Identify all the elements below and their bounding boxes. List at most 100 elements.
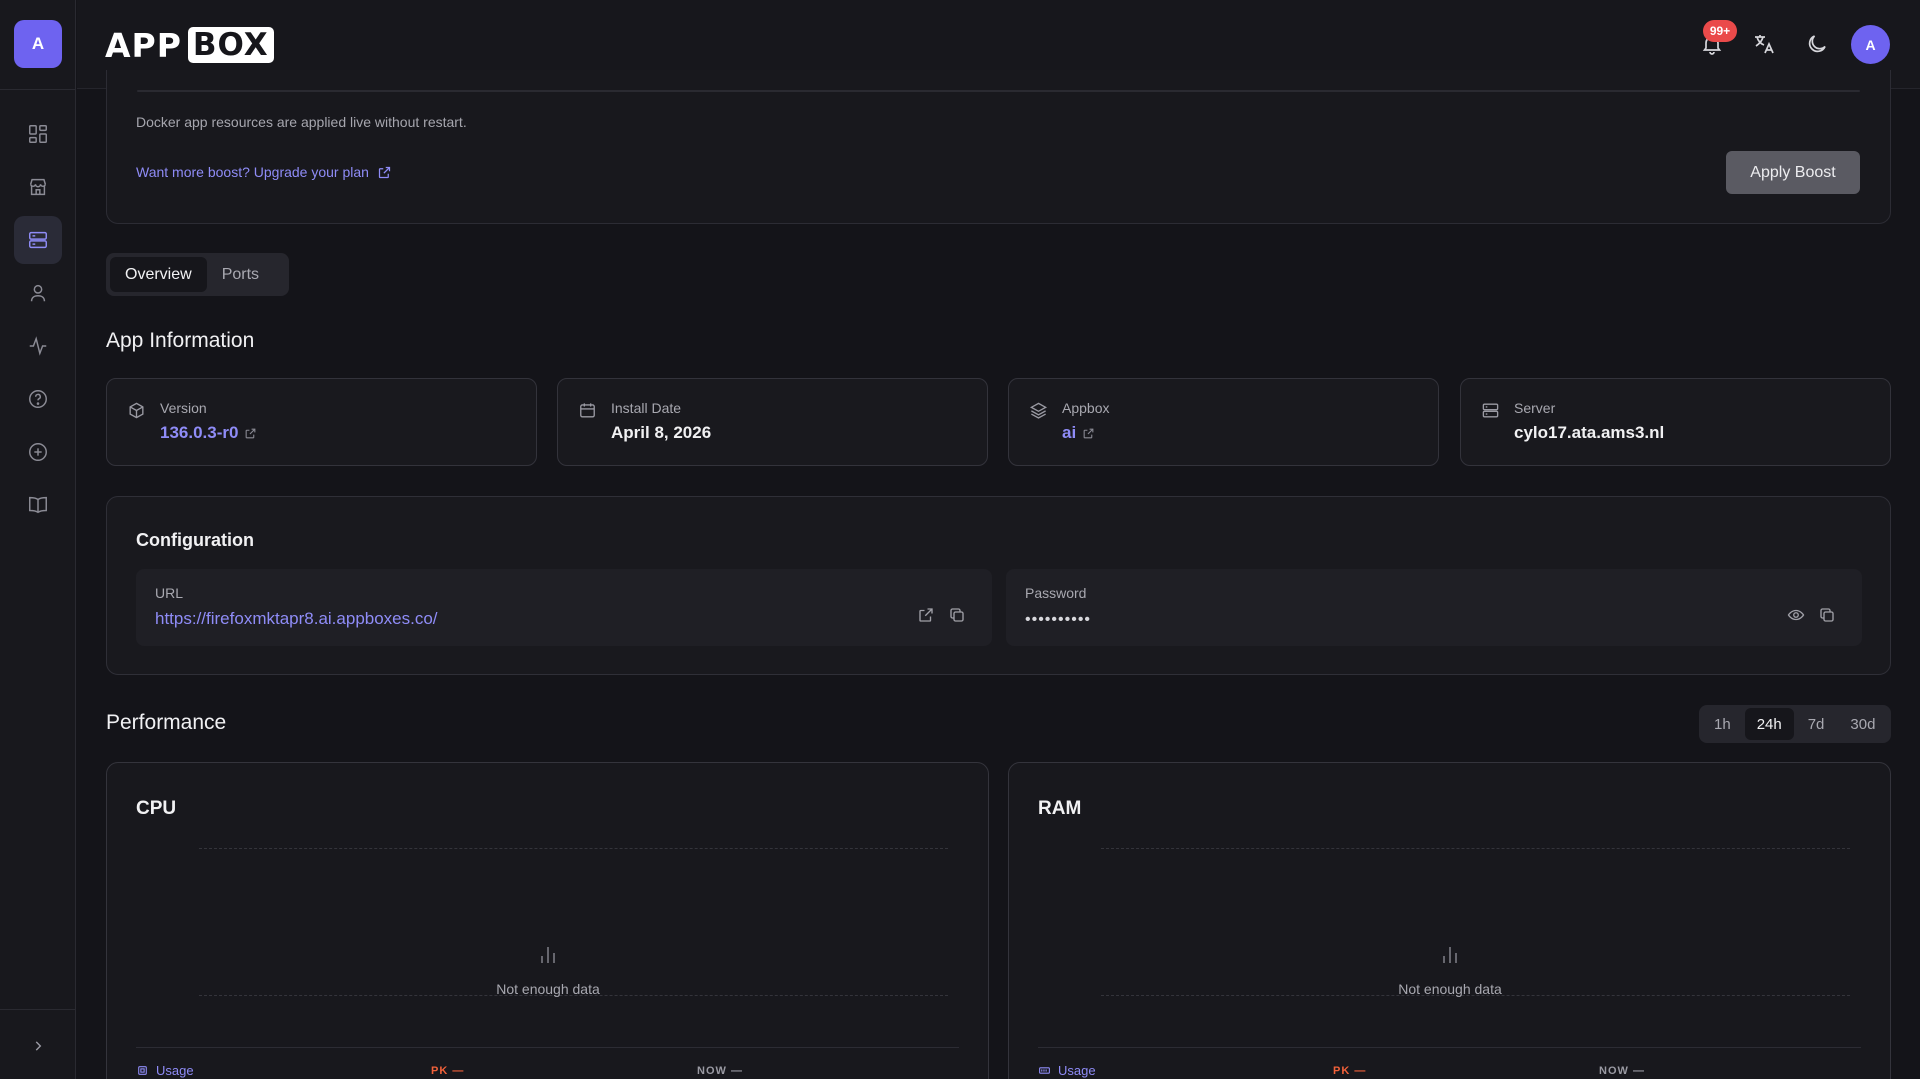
app-information-title: App Information (106, 329, 255, 352)
version-card: Version 136.0.3-r0 (106, 378, 537, 466)
install-date-card: Install Date April 8, 2026 (557, 378, 988, 466)
cpu-usage-legend: Usage (136, 1063, 194, 1078)
help-circle-icon (29, 390, 47, 408)
ram-usage-legend: Usage (1038, 1063, 1096, 1078)
workspace-avatar[interactable]: A (14, 20, 62, 68)
sidebar-nav (14, 110, 62, 534)
sidebar-expand-button[interactable] (24, 1032, 52, 1060)
usage-label: Usage (1058, 1063, 1096, 1078)
sidebar-item-account[interactable] (14, 269, 62, 317)
theme-toggle[interactable] (1803, 30, 1831, 58)
sidebar-item-help[interactable] (14, 375, 62, 423)
resource-slider-track[interactable] (137, 90, 1860, 92)
usage-label: Usage (156, 1063, 194, 1078)
appbox-logo[interactable]: APP BOX (105, 25, 274, 65)
sidebar: A (0, 0, 76, 1079)
plus-circle-icon (29, 443, 47, 461)
server-card: Server cylo17.ata.ams3.nl (1460, 378, 1891, 466)
appbox-value: ai (1062, 423, 1077, 442)
sidebar-item-dashboard[interactable] (14, 110, 62, 158)
configuration-title: Configuration (136, 530, 254, 550)
cpu-empty-state: Not enough data (496, 981, 600, 997)
password-value: •••••••••• (1025, 611, 1092, 628)
translate-icon (1755, 35, 1774, 54)
logo-box-text: BOX (187, 27, 274, 63)
chevron-right-icon (35, 1041, 42, 1051)
performance-title: Performance (106, 711, 227, 734)
notification-badge: 99+ (1703, 20, 1737, 42)
grid-icon (29, 125, 47, 143)
range-1h[interactable]: 1h (1702, 708, 1743, 740)
external-link-icon (378, 166, 391, 178)
user-avatar[interactable]: A (1851, 25, 1890, 64)
sidebar-item-apps[interactable] (14, 216, 62, 264)
server-value: cylo17.ata.ams3.nl (1514, 423, 1665, 442)
book-icon (29, 496, 47, 514)
cpu-chart-title: CPU (136, 798, 177, 819)
url-label: URL (155, 585, 184, 601)
logo-app-text: APP (105, 25, 182, 65)
memory-icon (1039, 1067, 1050, 1074)
appbox-link[interactable]: ai (1062, 423, 1095, 443)
cpu-peak-label: PK — (431, 1065, 465, 1077)
bar-chart-icon (1443, 947, 1457, 963)
tab-ports[interactable]: Ports (207, 257, 274, 292)
version-value: 136.0.3-r0 (160, 423, 239, 442)
sidebar-divider (0, 1009, 76, 1010)
upgrade-plan-link[interactable]: Want more boost? Upgrade your plan (136, 164, 392, 180)
boost-card: Docker app resources are applied live wi… (106, 70, 1891, 224)
time-range-selector: 1h 24h 7d 30d (1699, 705, 1891, 743)
range-30d[interactable]: 30d (1838, 708, 1887, 740)
url-field: URL https://firefoxmktapr8.ai.appboxes.c… (136, 569, 992, 646)
moon-icon (1808, 35, 1826, 53)
copy-password-icon[interactable] (1818, 606, 1836, 624)
bar-chart-icon (541, 947, 555, 963)
url-link[interactable]: https://firefoxmktapr8.ai.appboxes.co/ (155, 609, 438, 629)
chart-gridline (199, 848, 948, 849)
tab-overview[interactable]: Overview (110, 257, 207, 292)
appbox-label: Appbox (1062, 400, 1110, 416)
ram-chart-title: RAM (1038, 798, 1082, 819)
range-7d[interactable]: 7d (1796, 708, 1837, 740)
apply-boost-button[interactable]: Apply Boost (1726, 151, 1860, 194)
ram-peak-label: PK — (1333, 1065, 1367, 1077)
legend-divider (136, 1047, 959, 1048)
external-link-icon (1083, 428, 1094, 438)
configuration-card: Configuration URL https://firefoxmktapr8… (106, 496, 1891, 675)
server-icon (1482, 403, 1499, 418)
appbox-card: Appbox ai (1008, 378, 1439, 466)
install-date-label: Install Date (611, 400, 682, 416)
cpu-now-label: NOW — (697, 1065, 743, 1077)
range-24h[interactable]: 24h (1744, 708, 1794, 740)
package-icon (129, 402, 144, 419)
cpu-icon (138, 1066, 147, 1075)
server-stack-icon (29, 231, 47, 249)
calendar-icon (580, 403, 595, 418)
copy-url-icon[interactable] (948, 606, 966, 624)
version-label: Version (160, 400, 207, 416)
version-link[interactable]: 136.0.3-r0 (160, 423, 257, 443)
eye-icon[interactable] (1787, 606, 1805, 624)
sidebar-item-add[interactable] (14, 428, 62, 476)
password-field: Password •••••••••• (1006, 569, 1862, 646)
server-label: Server (1514, 400, 1556, 416)
sidebar-item-docs[interactable] (14, 481, 62, 529)
view-tabs: Overview Ports (106, 253, 289, 296)
install-date-value: April 8, 2026 (611, 423, 712, 442)
cpu-chart-card: CPU Not enough data Usage PK — NOW — (106, 762, 989, 1079)
chart-gridline (1101, 848, 1850, 849)
store-icon (29, 178, 47, 196)
sidebar-item-store[interactable] (14, 163, 62, 211)
layers-icon (1029, 402, 1048, 419)
external-link-icon (246, 428, 256, 438)
language-button[interactable] (1750, 30, 1778, 58)
ram-now-label: NOW — (1599, 1065, 1645, 1077)
password-label: Password (1025, 585, 1087, 601)
open-url-icon[interactable] (917, 606, 935, 624)
ram-chart-card: RAM Not enough data Usage PK — NOW — (1008, 762, 1891, 1079)
user-icon (30, 284, 46, 302)
boost-note: Docker app resources are applied live wi… (136, 114, 467, 130)
sidebar-item-activity[interactable] (14, 322, 62, 370)
sidebar-divider (0, 89, 76, 90)
ram-empty-state: Not enough data (1398, 981, 1502, 997)
